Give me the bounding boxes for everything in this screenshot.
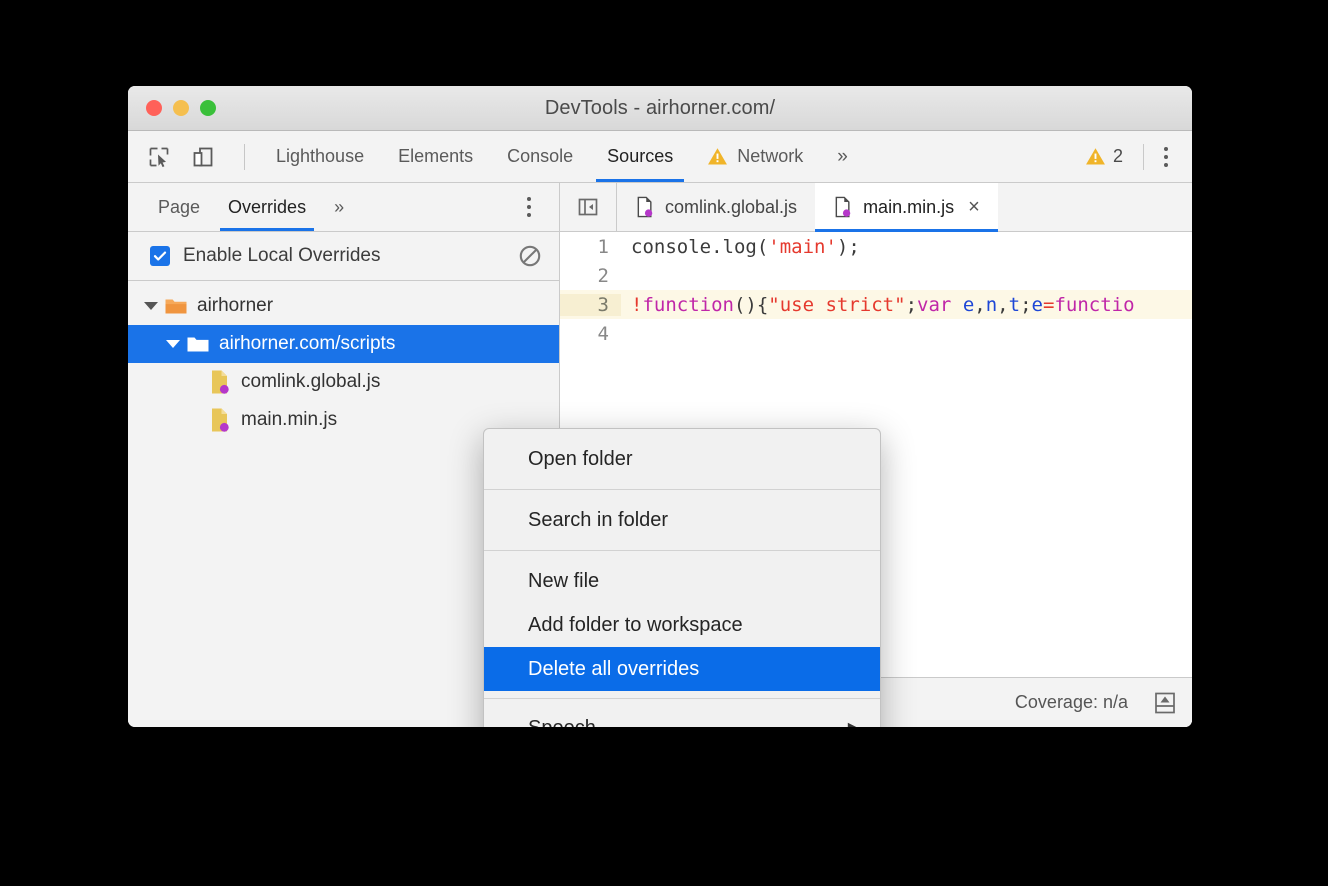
submenu-arrow-icon: ▶ (848, 718, 860, 727)
clear-overrides-icon[interactable] (517, 243, 543, 269)
menu-item-label: Delete all overrides (528, 658, 699, 681)
tree-row-label: airhorner (197, 295, 273, 317)
menu-separator (484, 550, 880, 551)
menu-item-search-in-folder[interactable]: Search in folder (484, 498, 880, 542)
code-line: 4 (560, 319, 1192, 348)
code-line: 3 !function(){"use strict";var e,n,t;e=f… (560, 290, 1192, 319)
tree-row-label: airhorner.com/scripts (219, 333, 395, 355)
folder-white-icon (184, 332, 212, 356)
menu-item-label: Search in folder (528, 509, 668, 532)
menu-item-label: New file (528, 570, 599, 593)
sidebar-item-page[interactable]: Page (144, 183, 214, 231)
menu-item-speech[interactable]: Speech ▶ (484, 706, 880, 727)
more-options-icon[interactable] (1152, 142, 1180, 172)
tab-elements[interactable]: Elements (381, 131, 490, 182)
menu-separator (484, 489, 880, 490)
warning-triangle-icon (707, 146, 728, 167)
code-line-text: !function(){"use strict";var e,n,t;e=fun… (621, 294, 1135, 316)
warning-count-button[interactable]: 2 (1073, 146, 1135, 167)
js-file-override-icon (833, 196, 853, 218)
file-tab-label: comlink.global.js (665, 197, 797, 218)
menu-separator (484, 698, 880, 699)
close-window-button[interactable] (146, 100, 162, 116)
toolbar-icons (128, 131, 259, 182)
tab-label: Elements (398, 146, 473, 167)
expand-triangle-icon[interactable] (162, 340, 184, 348)
context-menu: Open folder Search in folder New file Ad… (483, 428, 881, 727)
close-tab-icon[interactable]: × (968, 197, 980, 217)
file-tab-main-min-js[interactable]: main.min.js × (815, 183, 998, 231)
tab-label: Sources (607, 146, 673, 167)
line-number: 1 (560, 236, 621, 258)
navigator-more-tabs-button[interactable]: » (320, 183, 358, 231)
file-tab-bar: comlink.global.js main.min.js × (560, 183, 1192, 232)
menu-item-label: Add folder to workspace (528, 614, 743, 637)
tree-row-airhorner-com-scripts[interactable]: airhorner.com/scripts (128, 325, 559, 363)
tab-sources[interactable]: Sources (590, 131, 690, 182)
tab-lighthouse[interactable]: Lighthouse (259, 131, 381, 182)
file-tab-label: main.min.js (863, 197, 954, 218)
menu-item-delete-all-overrides[interactable]: Delete all overrides (484, 647, 880, 691)
more-tabs-button[interactable]: » (820, 131, 865, 182)
title-bar: DevTools - airhorner.com/ (128, 86, 1192, 131)
menu-item-new-file[interactable]: New file (484, 559, 880, 603)
device-toolbar-icon[interactable] (188, 142, 218, 172)
tree-row-airhorner[interactable]: airhorner (128, 287, 559, 325)
enable-local-overrides-label: Enable Local Overrides (183, 245, 381, 267)
tab-console[interactable]: Console (490, 131, 590, 182)
navigator-tabs: Page Overrides » (128, 183, 559, 232)
show-drawer-icon[interactable] (1150, 688, 1180, 718)
minimize-window-button[interactable] (173, 100, 189, 116)
code-line: 1 console.log('main'); (560, 232, 1192, 261)
menu-item-label: Speech (528, 717, 596, 728)
menu-item-add-folder-to-workspace[interactable]: Add folder to workspace (484, 603, 880, 647)
more-tabs-chevron-icon: » (837, 146, 848, 168)
more-tabs-chevron-icon: » (334, 197, 344, 217)
zoom-window-button[interactable] (200, 100, 216, 116)
warning-triangle-icon (1085, 146, 1106, 167)
toolbar-divider (244, 144, 245, 170)
window-title: DevTools - airhorner.com/ (128, 86, 1192, 130)
toolbar-divider (1143, 144, 1144, 170)
toolbar-right: 2 (1073, 131, 1192, 182)
line-number: 4 (560, 323, 621, 345)
sidebar-tab-label: Page (158, 197, 200, 217)
navigator-more-options-icon[interactable] (515, 192, 543, 222)
sidebar-tab-label: Overrides (228, 197, 306, 217)
enable-local-overrides-checkbox[interactable] (150, 246, 170, 266)
enable-overrides-row: Enable Local Overrides (128, 232, 559, 281)
file-tab-comlink-global-js[interactable]: comlink.global.js (617, 183, 815, 231)
folder-orange-icon (162, 294, 190, 318)
tab-label: Network (737, 146, 803, 167)
tab-label: Lighthouse (276, 146, 364, 167)
coverage-label: Coverage: n/a (1015, 692, 1128, 713)
tree-row-comlink-global-js[interactable]: comlink.global.js (128, 363, 559, 401)
expand-triangle-icon[interactable] (140, 302, 162, 310)
tree-row-label: main.min.js (241, 409, 337, 431)
js-file-override-icon (206, 407, 234, 433)
warning-count-label: 2 (1113, 146, 1123, 167)
js-file-override-icon (635, 196, 655, 218)
tree-row-label: comlink.global.js (241, 371, 380, 393)
tab-network[interactable]: Network (690, 131, 820, 182)
devtools-toolbar: Lighthouse Elements Console Sources (128, 131, 1192, 183)
traffic-lights (146, 86, 216, 130)
inspect-element-icon[interactable] (144, 142, 174, 172)
sidebar-item-overrides[interactable]: Overrides (214, 183, 320, 231)
panel-tabs: Lighthouse Elements Console Sources (259, 131, 1073, 182)
tab-label: Console (507, 146, 573, 167)
js-file-override-icon (206, 369, 234, 395)
collapse-sidebar-icon[interactable] (560, 183, 617, 231)
code-line-text: console.log('main'); (621, 236, 860, 258)
devtools-body: Page Overrides » Enable Local Overrides (128, 183, 1192, 727)
devtools-window: DevTools - airhorner.com/ Lighthouse (128, 86, 1192, 727)
menu-item-open-folder[interactable]: Open folder (484, 437, 880, 481)
line-number: 2 (560, 265, 621, 287)
menu-item-label: Open folder (528, 448, 633, 471)
code-line: 2 (560, 261, 1192, 290)
line-number: 3 (560, 294, 621, 316)
